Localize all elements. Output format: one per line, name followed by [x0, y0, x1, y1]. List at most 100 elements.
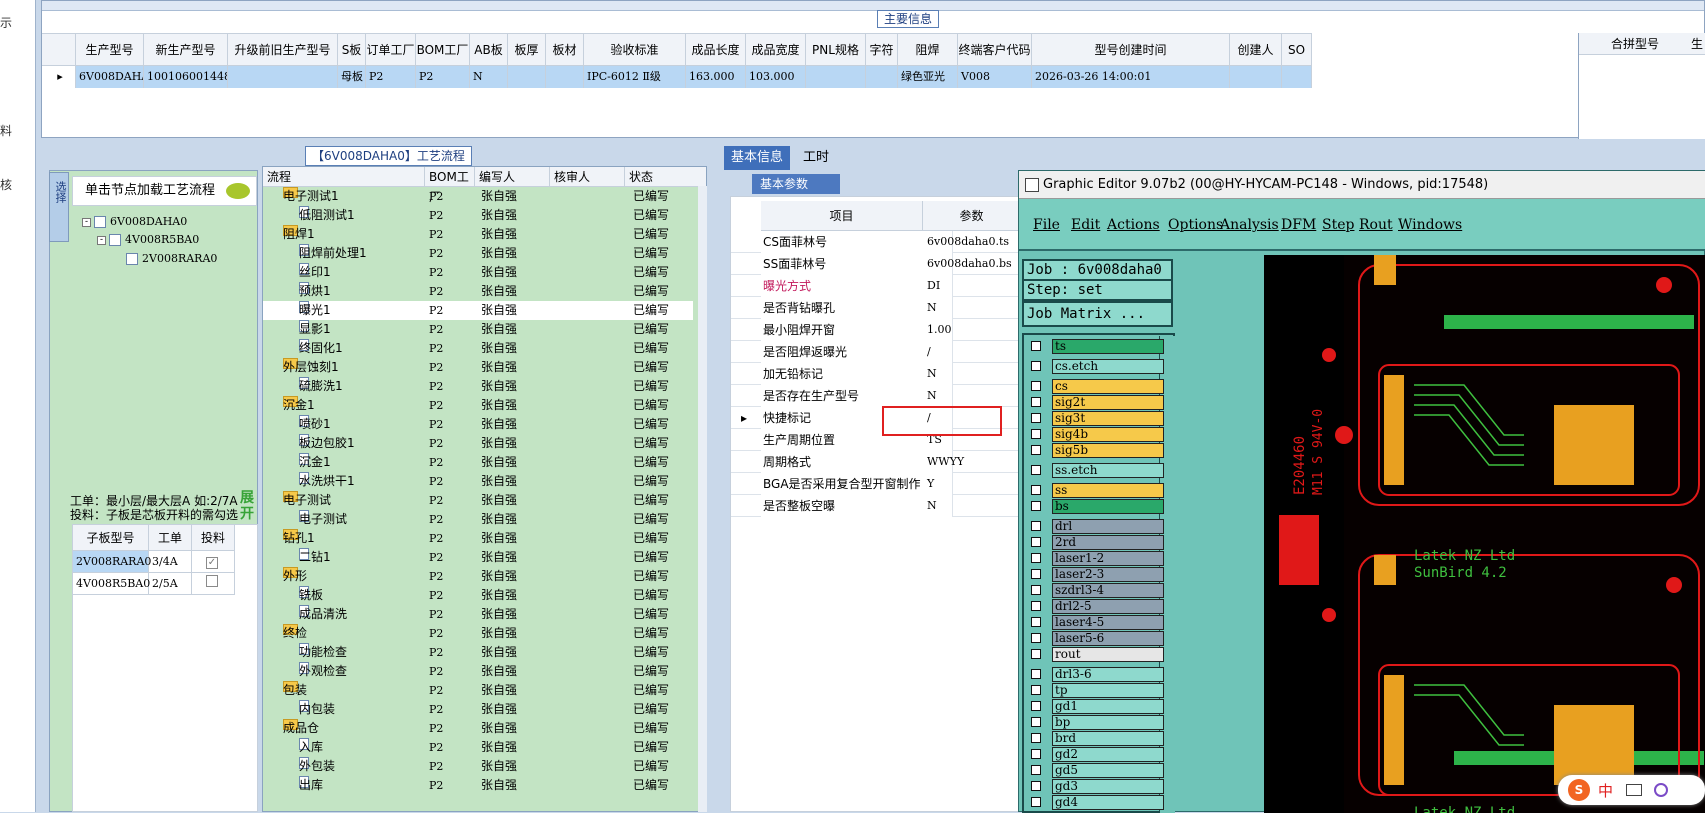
grid-cell[interactable]: 2026-03-26 14:00:01 [1032, 66, 1230, 88]
param-value[interactable]: N [923, 495, 1021, 517]
param-row[interactable]: 是否阻焊返曝光 / [731, 341, 1021, 363]
column-header[interactable]: 板厚 [508, 34, 546, 65]
collapse-icon[interactable]: - [82, 217, 91, 227]
layer-checkbox[interactable] [1031, 733, 1041, 743]
pcb-canvas[interactable]: Latek NZ Ltd SunBird 4.2 Latek NZ Ltd E2… [1264, 255, 1705, 813]
layer-checkbox[interactable] [1031, 717, 1041, 727]
layer-checkbox[interactable] [1031, 601, 1041, 611]
layer-item[interactable]: sig5b [1052, 443, 1164, 458]
param-row[interactable]: 是否存在生产型号 N [731, 385, 1021, 407]
layer-checkbox[interactable] [1031, 617, 1041, 627]
column-header[interactable]: 字符 [866, 34, 898, 65]
sub-grid-cell[interactable]: 2/5A [149, 573, 192, 595]
param-row[interactable]: BGA是否采用复合型开窗制作 Y [731, 473, 1021, 495]
menu-item[interactable]: Analysis [1220, 199, 1279, 251]
param-value[interactable]: N [923, 363, 1021, 385]
flow-row[interactable]: 铣板 P2 张自强 已编写 [263, 586, 693, 605]
param-value[interactable]: 1.00 [923, 319, 1021, 341]
menu-item[interactable]: File [1033, 199, 1060, 251]
layer-checkbox[interactable] [1031, 361, 1041, 371]
param-value[interactable]: WWYY [923, 451, 1021, 473]
param-row[interactable]: SS面菲林号 6v008daha0.bs [731, 253, 1021, 275]
layer-item[interactable]: gd2 [1052, 747, 1164, 762]
sub-grid-cell[interactable]: 3/4A [149, 551, 192, 573]
ime-toolbar[interactable]: S 中 [1558, 775, 1705, 805]
param-value[interactable]: / [923, 341, 1021, 363]
layer-item[interactable]: ss.etch [1052, 463, 1164, 478]
layer-item[interactable]: cs.etch [1052, 359, 1164, 374]
layer-item[interactable]: gd1 [1052, 699, 1164, 714]
chat-bubble-icon[interactable] [226, 183, 250, 199]
layer-checkbox[interactable] [1031, 701, 1041, 711]
basic-params-tab[interactable]: 基本参数 [752, 174, 840, 194]
sub-grid-cell[interactable]: 2V008RARA0 [73, 551, 151, 573]
grid-cell[interactable]: P2 [366, 66, 416, 88]
flow-row[interactable]: -电子测试1 P2 张自强 已编写 [263, 187, 693, 206]
grid-cell[interactable]: 母板 [338, 66, 366, 88]
flow-row[interactable]: 硫膨洗1 P2 张自强 已编写 [263, 377, 693, 396]
grid-cell[interactable]: 6V008DAHA0 [76, 66, 144, 88]
tab-work-hours[interactable]: 工时 [796, 146, 836, 170]
flow-row[interactable]: 低阻测试1 P2 张自强 已编写 [263, 206, 693, 225]
column-header[interactable]: AB板 [470, 34, 508, 65]
grid-cell[interactable]: 绿色亚光 [898, 66, 958, 88]
feed-checkbox[interactable]: ✓ [206, 557, 218, 569]
param-row[interactable]: 加无铅标记 N [731, 363, 1021, 385]
param-value[interactable]: N [923, 297, 1021, 319]
flow-row[interactable]: 出库 P2 张自强 已编写 [263, 776, 693, 795]
layer-item[interactable]: ss [1052, 483, 1164, 498]
flow-row[interactable]: -成品仓 P2 张自强 已编写 [263, 719, 693, 738]
grid-cell[interactable]: V008 [958, 66, 1032, 88]
layer-item[interactable]: sig4b [1052, 427, 1164, 442]
flow-row[interactable]: -终检 P2 张自强 已编写 [263, 624, 693, 643]
layer-item[interactable]: gd3 [1052, 779, 1164, 794]
layer-item[interactable]: tp [1052, 683, 1164, 698]
tree-node[interactable]: 2V008RARA0 [126, 250, 217, 267]
layer-item[interactable]: laser1-2 [1052, 551, 1164, 566]
grid-cell[interactable] [1282, 66, 1312, 88]
flow-row[interactable]: 喷砂1 P2 张自强 已编写 [263, 415, 693, 434]
layer-item[interactable]: 2rd [1052, 535, 1164, 550]
layer-checkbox[interactable] [1031, 685, 1041, 695]
column-header[interactable]: 生产型号 [76, 34, 144, 65]
column-header[interactable]: 订单工厂 [366, 34, 416, 65]
grid-cell[interactable]: 163.000 [686, 66, 746, 88]
grid-cell[interactable] [806, 66, 866, 88]
ime-chinese-toggle[interactable]: 中 [1598, 780, 1613, 801]
menu-item[interactable]: Step [1322, 199, 1354, 251]
layer-item[interactable]: ts [1052, 339, 1164, 354]
flow-row[interactable]: 终固化1 P2 张自强 已编写 [263, 339, 693, 358]
param-row[interactable]: 是否背钻曝孔 N [731, 297, 1021, 319]
param-value[interactable]: Y [923, 473, 1021, 495]
column-header[interactable]: BOM工厂 [416, 34, 470, 65]
layer-item[interactable]: gd5 [1052, 763, 1164, 778]
layer-checkbox[interactable] [1031, 797, 1041, 807]
expand-button[interactable]: 展开 [240, 490, 258, 526]
column-header[interactable]: 创建人 [1230, 34, 1282, 65]
layer-checkbox[interactable] [1031, 445, 1041, 455]
layer-item[interactable]: sig3t [1052, 411, 1164, 426]
layer-item[interactable]: brd [1052, 731, 1164, 746]
column-header[interactable]: PNL规格 [806, 34, 866, 65]
column-header[interactable]: S板 [338, 34, 366, 65]
flow-row[interactable]: 外包装 P2 张自强 已编写 [263, 757, 693, 776]
layer-item[interactable]: bs [1052, 499, 1164, 514]
column-header[interactable]: 升级前旧生产型号 [228, 34, 338, 65]
layer-item[interactable]: bp [1052, 715, 1164, 730]
param-row[interactable]: 最小阻焊开窗 1.00 [731, 319, 1021, 341]
column-header[interactable]: 板材 [546, 34, 584, 65]
layer-checkbox[interactable] [1031, 585, 1041, 595]
param-value[interactable]: DI [923, 275, 1021, 297]
tab-basic-info[interactable]: 基本信息 [724, 146, 791, 170]
param-row[interactable]: 是否整板空曝 N [731, 495, 1021, 517]
layer-item[interactable]: laser2-3 [1052, 567, 1164, 582]
param-row[interactable]: CS面菲林号 6v008daha0.ts [731, 231, 1021, 253]
flow-row[interactable]: 丝印1 P2 张自强 已编写 [263, 263, 693, 282]
flow-row[interactable]: 显影1 P2 张自强 已编写 [263, 320, 693, 339]
column-header[interactable]: 终端客户代码 [958, 34, 1032, 65]
feed-checkbox[interactable] [206, 575, 218, 587]
layer-checkbox[interactable] [1031, 397, 1041, 407]
menu-item[interactable]: Edit [1071, 199, 1100, 251]
layer-checkbox[interactable] [1031, 781, 1041, 791]
layer-item[interactable]: sig2t [1052, 395, 1164, 410]
